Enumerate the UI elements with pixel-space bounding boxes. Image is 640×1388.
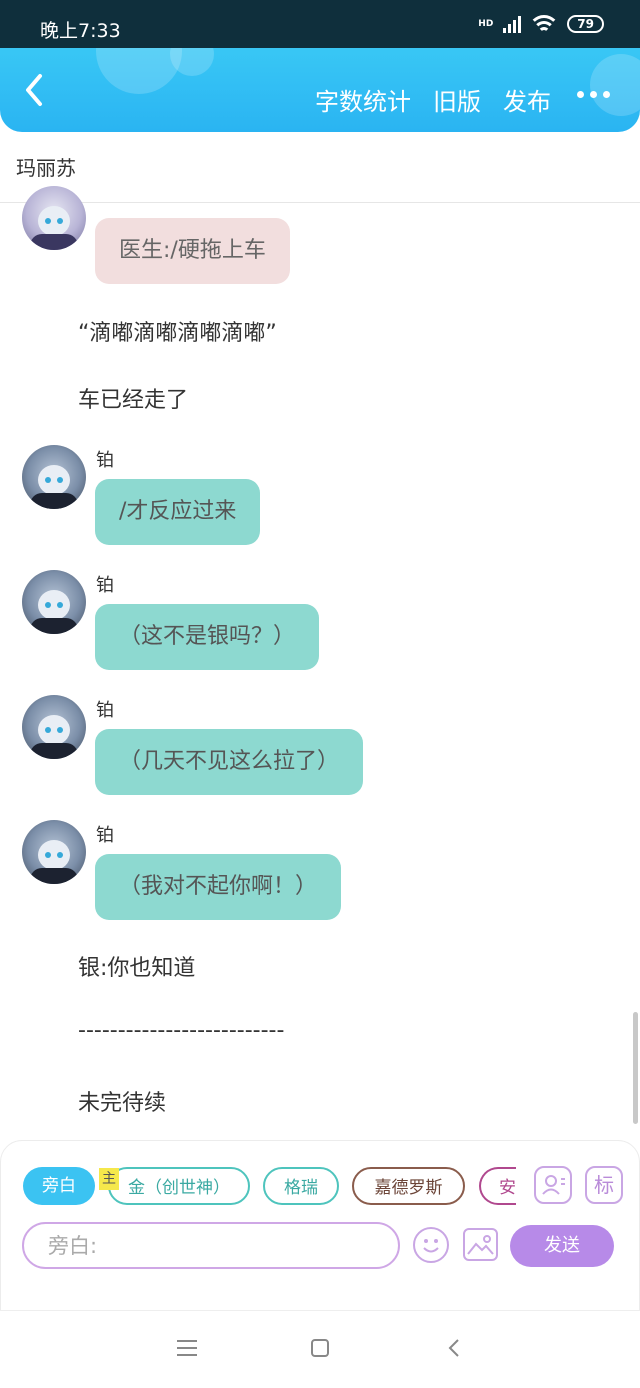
dialog-bubble: （我对不起你啊！） [95, 854, 342, 920]
tag-button[interactable]: 标 [585, 1166, 623, 1204]
battery-icon: 79 [567, 15, 604, 33]
story-title: 玛丽苏 [16, 156, 76, 180]
character-chip[interactable]: 格瑞 [263, 1167, 339, 1205]
network-type-label: HD [478, 18, 494, 29]
character-chip[interactable]: 金（创世神） [108, 1167, 250, 1205]
character-chip[interactable]: 嘉德罗斯 [352, 1167, 465, 1205]
signal-icon [503, 15, 522, 33]
speaker-name: 铂 [96, 825, 114, 846]
avatar[interactable] [22, 695, 86, 759]
send-button[interactable]: 发送 [510, 1225, 614, 1267]
avatar[interactable] [22, 445, 86, 509]
message-input[interactable] [22, 1222, 400, 1269]
narration-text: 未完待续 [78, 1091, 167, 1116]
image-icon[interactable] [463, 1228, 498, 1261]
emoji-icon[interactable] [413, 1227, 449, 1263]
dialog-bubble: （几天不见这么拉了） [95, 729, 364, 795]
recent-apps-icon[interactable] [177, 1340, 197, 1356]
narration-text: 银:你也知道 [78, 956, 196, 981]
narration-text: -------------------------- [78, 1018, 285, 1043]
header-actions: 字数统计 旧版 发布 [315, 82, 610, 117]
status-bar: 晚上7:33 HD 79 [0, 0, 640, 48]
owner-tag: 主 [99, 1168, 119, 1190]
character-manage-icon[interactable] [534, 1166, 572, 1204]
speaker-name: 铂 [96, 700, 114, 721]
dialog-bubble: 医生:/硬拖上车 [95, 218, 290, 284]
dialog-bubble: /才反应过来 [95, 479, 261, 545]
app-header: 字数统计 旧版 发布 [0, 48, 640, 132]
nav-back-icon[interactable] [447, 1338, 461, 1358]
character-chip-narrator[interactable]: 旁白 [23, 1167, 95, 1205]
avatar[interactable] [22, 186, 86, 250]
narration-text: “滴嘟滴嘟滴嘟滴嘟” [78, 321, 277, 346]
home-icon[interactable] [311, 1339, 329, 1357]
old-version-button[interactable]: 旧版 [433, 82, 481, 117]
status-time: 晚上7:33 [40, 20, 121, 42]
word-count-button[interactable]: 字数统计 [315, 82, 411, 117]
avatar[interactable] [22, 820, 86, 884]
publish-button[interactable]: 发布 [503, 82, 551, 117]
speaker-name: 铂 [96, 575, 114, 596]
avatar[interactable] [22, 570, 86, 634]
character-chip[interactable]: 安 [479, 1167, 516, 1205]
scrollbar[interactable] [633, 1012, 638, 1124]
speaker-name: 铂 [96, 450, 114, 471]
wifi-icon [531, 15, 558, 33]
back-arrow-icon[interactable] [18, 70, 54, 110]
narration-text: 车已经走了 [78, 388, 189, 413]
status-icons: HD 79 [478, 15, 604, 33]
more-dots-icon[interactable] [577, 82, 610, 106]
dialog-bubble: （这不是银吗？） [95, 604, 320, 670]
divider [0, 202, 640, 203]
